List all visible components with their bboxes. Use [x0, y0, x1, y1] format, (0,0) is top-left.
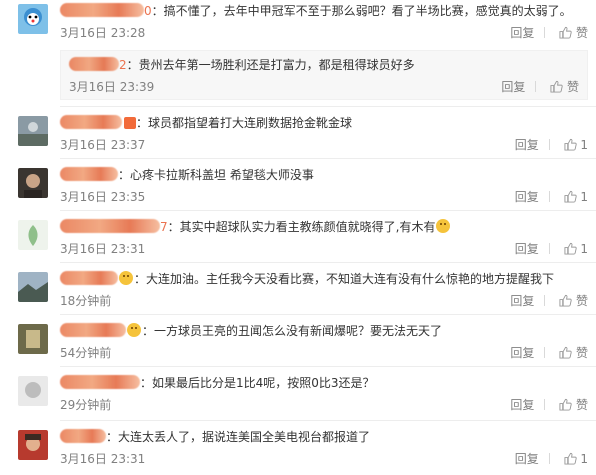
avatar[interactable]: [18, 272, 48, 302]
reply-button[interactable]: 回复: [501, 78, 525, 96]
avatar[interactable]: [18, 376, 48, 406]
like-label: 赞: [575, 398, 588, 412]
avatar[interactable]: [18, 116, 48, 146]
username-redacted[interactable]: [60, 3, 144, 17]
like-label: 赞: [575, 346, 588, 360]
username-redacted[interactable]: [60, 115, 122, 129]
comment-text: 搞不懂了，去年中甲冠军不至于那么弱吧？看了半场比赛，感觉真的太弱了。: [163, 4, 572, 18]
reply-button[interactable]: 回复: [510, 292, 534, 310]
reply-button[interactable]: 回复: [515, 188, 539, 206]
like-count: 1: [580, 190, 588, 204]
thumbs-up-icon: [559, 398, 572, 411]
username-redacted[interactable]: [60, 219, 160, 233]
username-redacted[interactable]: [60, 271, 118, 285]
like-count: 1: [580, 242, 588, 256]
username-tail[interactable]: 0: [144, 4, 152, 18]
avatar[interactable]: [18, 220, 48, 250]
like-button[interactable]: 1: [563, 450, 588, 468]
thumbs-up-icon: [559, 346, 572, 359]
comment-text: 一方球员王亮的丑闻怎么没有新闻爆呢？要无法无天了: [154, 324, 443, 338]
comment-time: 3月16日 23:31: [60, 452, 146, 466]
like-label: 赞: [575, 294, 588, 308]
reply-button[interactable]: 回复: [515, 240, 539, 258]
reply-box: 2：贵州去年第一场胜利还是打富力，都是租得球员好多 3月16日 23:39 回复…: [60, 50, 588, 100]
emoji-icon: [127, 323, 141, 337]
like-button[interactable]: 赞: [559, 292, 588, 310]
like-label: 赞: [566, 80, 579, 94]
like-button[interactable]: 赞: [550, 78, 579, 96]
thumbs-up-icon: [550, 80, 563, 93]
laugh-emoji-icon: [436, 219, 451, 233]
reply-button[interactable]: 回复: [515, 136, 539, 154]
comment-text: 大连太丢人了，据说连美国全美电视台都报道了: [118, 430, 371, 444]
like-button[interactable]: 1: [563, 188, 588, 206]
thumbs-up-icon: [563, 242, 577, 255]
thumbs-up-icon: [563, 190, 577, 203]
username-tail[interactable]: 2: [119, 58, 127, 72]
reply-button[interactable]: 回复: [510, 396, 534, 414]
like-button[interactable]: 赞: [559, 344, 588, 362]
reply-button[interactable]: 回复: [515, 450, 539, 468]
thumbs-up-icon: [559, 294, 572, 307]
avatar[interactable]: [18, 324, 48, 354]
comment-time: 3月16日 23:31: [60, 242, 146, 256]
reply-button[interactable]: 回复: [510, 24, 534, 42]
username-redacted[interactable]: [69, 57, 119, 71]
comment-text: 大连加油。主任我今天没看比赛，不知道大连有没有什么惊艳的地方提醒我下: [146, 272, 555, 286]
comment-text: 如果最后比分是1比4呢，按照0比3还是？: [152, 376, 375, 390]
comment-time: 3月16日 23:37: [60, 138, 146, 152]
username-tail[interactable]: 7: [160, 220, 168, 234]
comment-time: 29分钟前: [60, 398, 112, 412]
thumbs-up-icon: [559, 26, 572, 39]
like-button[interactable]: 赞: [559, 24, 588, 42]
vip-badge-icon: [124, 117, 136, 129]
comment-time: 54分钟前: [60, 346, 112, 360]
like-button[interactable]: 1: [563, 136, 588, 154]
comment-text: 贵州去年第一场胜利还是打富力，都是租得球员好多: [138, 58, 415, 72]
comment-time: 3月16日 23:39: [69, 80, 155, 94]
comment-text: 其实中超球队实力看主教练颜值就晓得了,有木有: [179, 220, 436, 234]
avatar[interactable]: [18, 4, 48, 34]
like-count: 1: [580, 138, 588, 152]
like-button[interactable]: 1: [563, 240, 588, 258]
username-redacted[interactable]: [60, 323, 126, 337]
like-button[interactable]: 赞: [559, 396, 588, 414]
username-redacted[interactable]: [60, 167, 118, 181]
username-redacted[interactable]: [60, 429, 106, 443]
comment-time: 18分钟前: [60, 294, 112, 308]
avatar[interactable]: [18, 168, 48, 198]
username-redacted[interactable]: [60, 375, 140, 389]
like-count: 1: [580, 452, 588, 466]
avatar[interactable]: [18, 430, 48, 460]
comment-time: 3月16日 23:28: [60, 26, 146, 40]
reply-button[interactable]: 回复: [510, 344, 534, 362]
like-label: 赞: [575, 26, 588, 40]
comment-text: 球员都指望着打大连刷数据抢金靴金球: [148, 116, 353, 130]
comment-text: 心疼卡拉斯科盖坦 希望毯大师没事: [130, 168, 314, 182]
thumbs-up-icon: [563, 452, 577, 465]
thumbs-up-icon: [563, 138, 577, 151]
comment-time: 3月16日 23:35: [60, 190, 146, 204]
emoji-icon: [119, 271, 133, 285]
